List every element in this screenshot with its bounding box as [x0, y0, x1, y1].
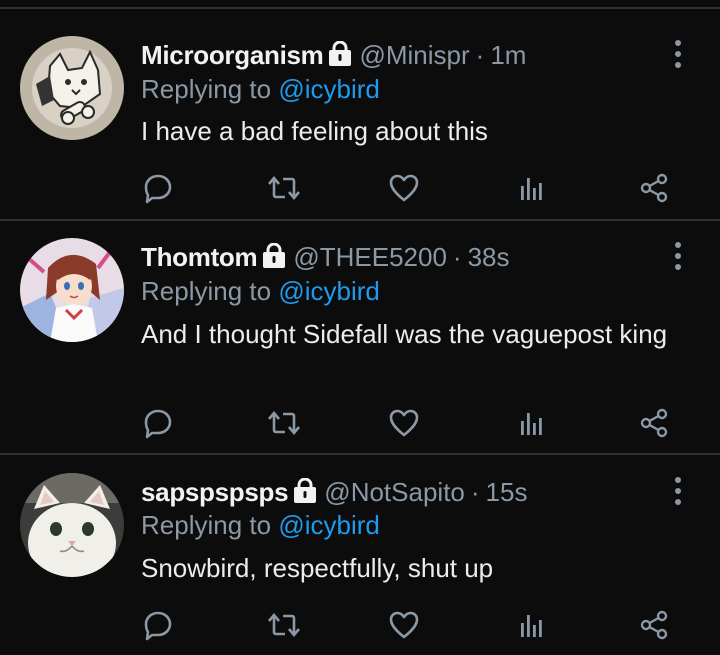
timestamp[interactable]: 38s	[468, 242, 510, 272]
tweet-text: And I thought Sidefall was the vaguepost…	[141, 319, 668, 349]
tweet-header: Thomtom @THEE5200 · 38s	[141, 239, 510, 275]
action-bar	[0, 605, 720, 645]
separator-dot: ·	[452, 242, 462, 272]
analytics-icon[interactable]	[510, 403, 550, 443]
avatar[interactable]	[20, 36, 124, 140]
reply-prefix: Replying to	[141, 510, 279, 540]
lock-icon	[261, 242, 287, 278]
action-bar	[0, 168, 720, 208]
tweet-header: sapspspsps @NotSapito · 15s	[141, 474, 527, 510]
share-icon[interactable]	[634, 403, 674, 443]
timestamp[interactable]: 1m	[490, 40, 526, 70]
reply-mention[interactable]: @icybird	[278, 74, 380, 104]
reply-context: Replying to @icybird	[141, 72, 380, 106]
reply-prefix: Replying to	[141, 74, 279, 104]
handle[interactable]: @NotSapito	[324, 477, 465, 507]
handle[interactable]: @THEE5200	[293, 242, 447, 272]
like-icon[interactable]	[384, 605, 424, 645]
reply-icon[interactable]	[138, 168, 178, 208]
display-name[interactable]: Microorganism	[141, 40, 324, 70]
share-icon[interactable]	[634, 605, 674, 645]
reply-mention[interactable]: @icybird	[278, 276, 380, 306]
tweet-text: Snowbird, respectfully, shut up	[141, 553, 494, 583]
analytics-icon[interactable]	[510, 605, 550, 645]
reply-icon[interactable]	[138, 605, 178, 645]
share-icon[interactable]	[634, 168, 674, 208]
like-icon[interactable]	[384, 168, 424, 208]
tweet-text: I have a bad feeling about this	[141, 116, 488, 146]
avatar[interactable]	[20, 238, 124, 342]
reply-context: Replying to @icybird	[141, 508, 380, 542]
tweet-header: Microorganism @Minispr · 1m	[141, 37, 526, 73]
retweet-icon[interactable]	[264, 605, 304, 645]
lock-icon	[327, 40, 353, 76]
tweet[interactable]: Microorganism @Minispr · 1m Replying to @ic…	[0, 0, 720, 220]
display-name[interactable]: sapspspsps	[141, 477, 289, 507]
more-icon[interactable]	[670, 240, 686, 272]
separator-dot: ·	[475, 40, 485, 70]
retweet-icon[interactable]	[264, 403, 304, 443]
action-bar	[0, 403, 720, 443]
more-icon[interactable]	[670, 38, 686, 70]
timestamp[interactable]: 15s	[486, 477, 528, 507]
handle[interactable]: @Minispr	[359, 40, 469, 70]
avatar[interactable]	[20, 473, 124, 577]
reply-prefix: Replying to	[141, 276, 279, 306]
analytics-icon[interactable]	[510, 168, 550, 208]
reply-icon[interactable]	[138, 403, 178, 443]
separator-dot: ·	[470, 477, 480, 507]
reply-context: Replying to @icybird	[141, 274, 380, 308]
tweet[interactable]: Thomtom @THEE5200 · 38s Replying to @icybir…	[0, 221, 720, 453]
like-icon[interactable]	[384, 403, 424, 443]
more-icon[interactable]	[670, 475, 686, 507]
tweet[interactable]: sapspspsps @NotSapito · 15s Replying to @ic…	[0, 455, 720, 655]
retweet-icon[interactable]	[264, 168, 304, 208]
display-name[interactable]: Thomtom	[141, 242, 258, 272]
reply-mention[interactable]: @icybird	[278, 510, 380, 540]
